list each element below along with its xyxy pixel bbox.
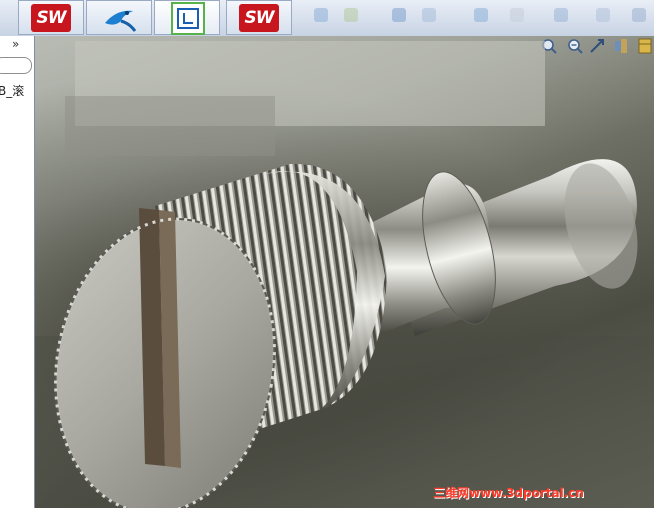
kingfisher-icon [105,10,137,32]
toolbar-icon[interactable] [510,8,524,22]
graphics-viewport[interactable]: 三维网www.3dportal.cn [35,36,654,508]
background-toolbar [296,0,654,36]
tree-item[interactable]: B_滚 [0,82,24,99]
expand-panel-button[interactable]: » [12,37,19,51]
tree-filter-input[interactable] [0,57,32,74]
toolbar-icon[interactable] [422,8,436,22]
sketch-grid-icon [171,2,205,35]
feature-manager-panel: » B_滚 [0,36,35,508]
toolbar-icon[interactable] [314,8,328,22]
toolbar-icon[interactable] [474,8,488,22]
toolbar-icon[interactable] [344,8,358,22]
watermark: 三维网www.3dportal.cn [433,486,584,500]
taskbar-button-sketch[interactable] [154,0,220,35]
toolbar-icon[interactable] [554,8,568,22]
toolbar-icon[interactable] [392,8,406,22]
taskbar: SW SW [0,0,654,37]
toolbar-icon[interactable] [596,8,610,22]
knurled-thumb-screw-model [35,41,654,508]
solidworks-logo-icon: SW [239,4,279,32]
solidworks-logo-icon: SW [31,4,71,32]
toolbar-icon[interactable] [632,8,646,22]
taskbar-button-app[interactable] [86,0,152,35]
taskbar-button-solidworks[interactable]: SW [18,0,84,35]
taskbar-button-solidworks-2[interactable]: SW [226,0,292,35]
